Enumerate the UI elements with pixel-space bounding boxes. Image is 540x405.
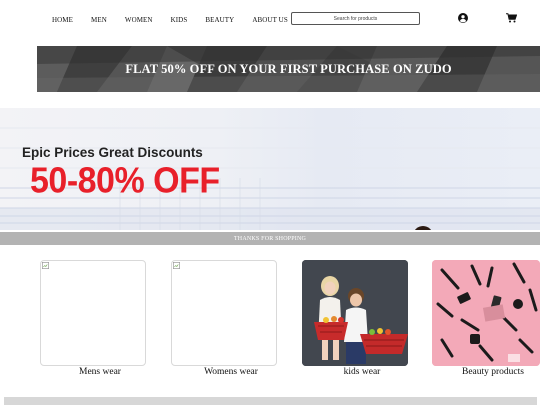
broken-image-icon xyxy=(173,262,180,269)
cosmetics-photo xyxy=(432,260,540,366)
hero-offer: 50-80% OFF xyxy=(30,161,220,201)
category-card-kids[interactable] xyxy=(302,260,408,366)
models-photo xyxy=(415,226,431,230)
cart-icon[interactable] xyxy=(506,13,517,23)
category-image-mens[interactable] xyxy=(40,260,146,366)
thanks-bar: THANKS FOR SHOPPING xyxy=(0,232,540,245)
top-navbar: HOME MEN WOMEN KIDS BEAUTY ABOUT US xyxy=(0,0,540,40)
category-label-womens[interactable]: Womens wear xyxy=(171,367,291,377)
category-card-beauty[interactable] xyxy=(432,260,540,366)
nav-link-about-us[interactable]: ABOUT US xyxy=(252,16,287,24)
category-image-beauty[interactable] xyxy=(432,260,540,366)
category-image-kids[interactable] xyxy=(302,260,408,366)
nav-link-women[interactable]: WOMEN xyxy=(125,16,153,24)
category-card-mens[interactable] xyxy=(40,260,146,366)
nav-links: HOME MEN WOMEN KIDS BEAUTY ABOUT US xyxy=(52,16,306,24)
category-label-mens[interactable]: Mens wear xyxy=(40,367,160,377)
category-label-beauty[interactable]: Beauty products xyxy=(433,367,540,377)
search-input[interactable] xyxy=(291,12,420,25)
category-label-kids[interactable]: kids wear xyxy=(302,367,422,377)
nav-link-men[interactable]: MEN xyxy=(91,16,107,24)
category-image-womens[interactable] xyxy=(171,260,277,366)
user-circle-icon[interactable] xyxy=(458,13,468,23)
nav-link-beauty[interactable]: BEAUTY xyxy=(205,16,234,24)
category-card-womens[interactable] xyxy=(171,260,277,366)
hero-title: Epic Prices Great Discounts xyxy=(22,145,203,160)
kids-photo xyxy=(302,260,408,366)
nav-link-kids[interactable]: KIDS xyxy=(171,16,188,24)
broken-image-icon xyxy=(42,262,49,269)
footer-strip xyxy=(4,397,537,405)
promo-banner[interactable]: FLAT 50% OFF ON YOUR FIRST PURCHASE ON Z… xyxy=(37,46,540,92)
promo-text: FLAT 50% OFF ON YOUR FIRST PURCHASE ON Z… xyxy=(125,61,452,76)
nav-link-home[interactable]: HOME xyxy=(52,16,73,24)
